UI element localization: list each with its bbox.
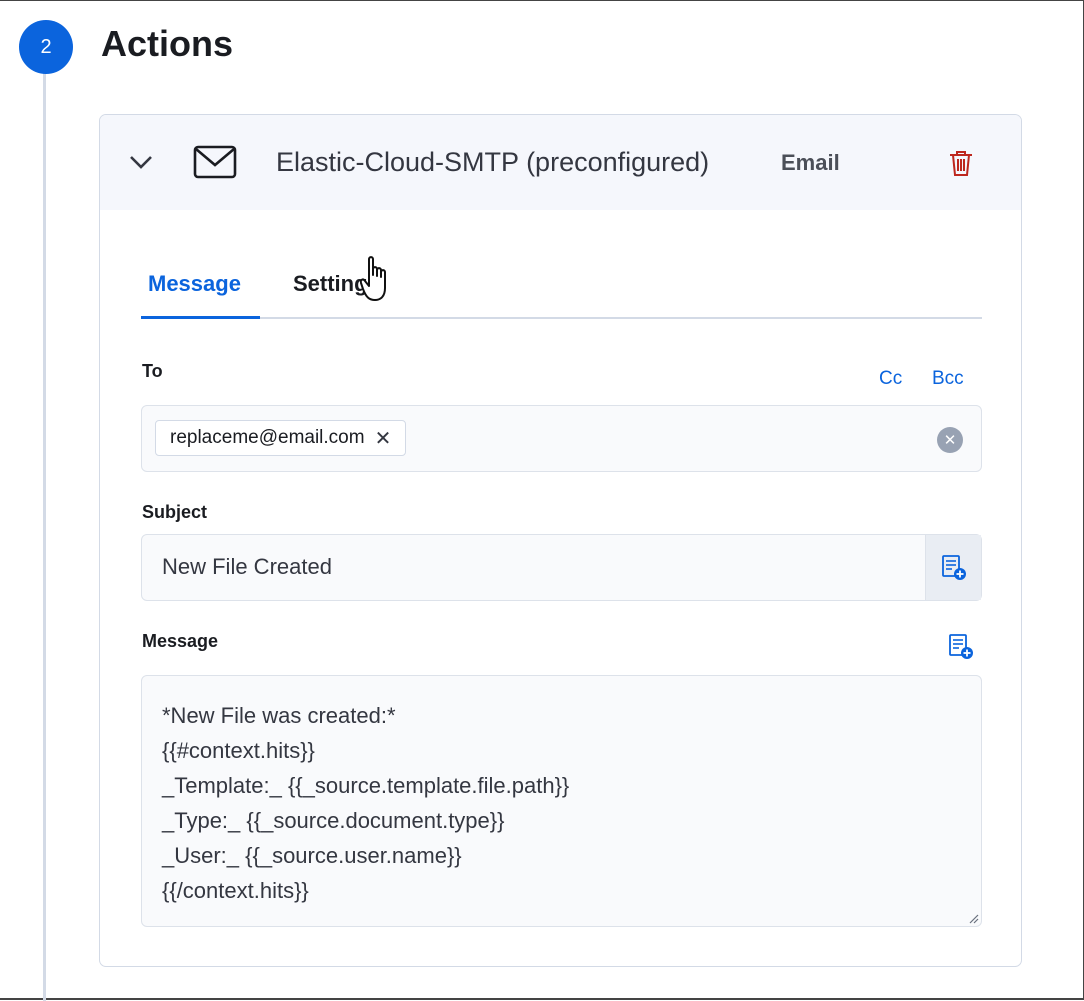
remove-recipient-icon[interactable]: ✕ xyxy=(375,426,392,451)
to-combobox[interactable]: replaceme@email.com ✕ ✕ xyxy=(141,405,982,472)
bcc-link[interactable]: Bcc xyxy=(932,368,964,390)
add-variable-icon[interactable] xyxy=(948,634,974,660)
to-label: To xyxy=(142,361,163,381)
message-content[interactable]: *New File was created:* {{#context.hits}… xyxy=(162,698,569,908)
cc-link[interactable]: Cc xyxy=(879,368,902,390)
action-panel: Elastic-Cloud-SMTP (preconfigured) Email… xyxy=(99,114,1022,967)
message-label: Message xyxy=(142,631,219,651)
message-line: _Type:_ {{_source.document.type}} xyxy=(162,808,505,833)
recipient-email: replaceme@email.com xyxy=(170,427,365,448)
chevron-down-icon[interactable] xyxy=(128,151,154,173)
mail-icon xyxy=(193,145,237,179)
tab-settings[interactable]: Settings xyxy=(293,271,369,297)
active-tab-indicator xyxy=(141,316,260,319)
tab-settings-label: Settings xyxy=(293,271,369,296)
add-variable-icon xyxy=(941,554,966,580)
trash-icon[interactable] xyxy=(946,148,976,178)
subject-value[interactable]: New File Created xyxy=(162,554,332,580)
message-textarea[interactable]: *New File was created:* {{#context.hits}… xyxy=(141,675,982,927)
message-line: _User:_ {{_source.user.name}} xyxy=(162,843,462,868)
message-line: {{/context.hits}} xyxy=(162,878,309,903)
message-line: {{#context.hits}} xyxy=(162,738,315,763)
message-line: *New File was created:* xyxy=(162,703,396,728)
hand-pointer-cursor-icon xyxy=(360,256,386,301)
recipient-chip: replaceme@email.com ✕ xyxy=(155,420,407,456)
action-header[interactable]: Elastic-Cloud-SMTP (preconfigured) Email xyxy=(100,115,1021,210)
resize-grip-icon[interactable] xyxy=(967,912,979,924)
message-line: _Template:_ {{_source.template.file.path… xyxy=(162,773,570,798)
tab-message[interactable]: Message xyxy=(148,271,241,297)
subject-input[interactable]: New File Created xyxy=(141,534,982,601)
tab-message-label: Message xyxy=(148,271,241,296)
clear-input-icon[interactable]: ✕ xyxy=(937,427,963,453)
connector-name: Elastic-Cloud-SMTP (preconfigured) xyxy=(276,147,710,177)
add-variable-button[interactable] xyxy=(925,535,981,600)
step-title: Actions xyxy=(101,23,234,64)
step-connector-line xyxy=(43,71,46,1001)
subject-label: Subject xyxy=(142,502,208,522)
step-number-badge: 2 xyxy=(19,20,73,74)
message-settings-tabs: Message Settings xyxy=(141,265,982,319)
connector-type: Email xyxy=(781,150,840,175)
